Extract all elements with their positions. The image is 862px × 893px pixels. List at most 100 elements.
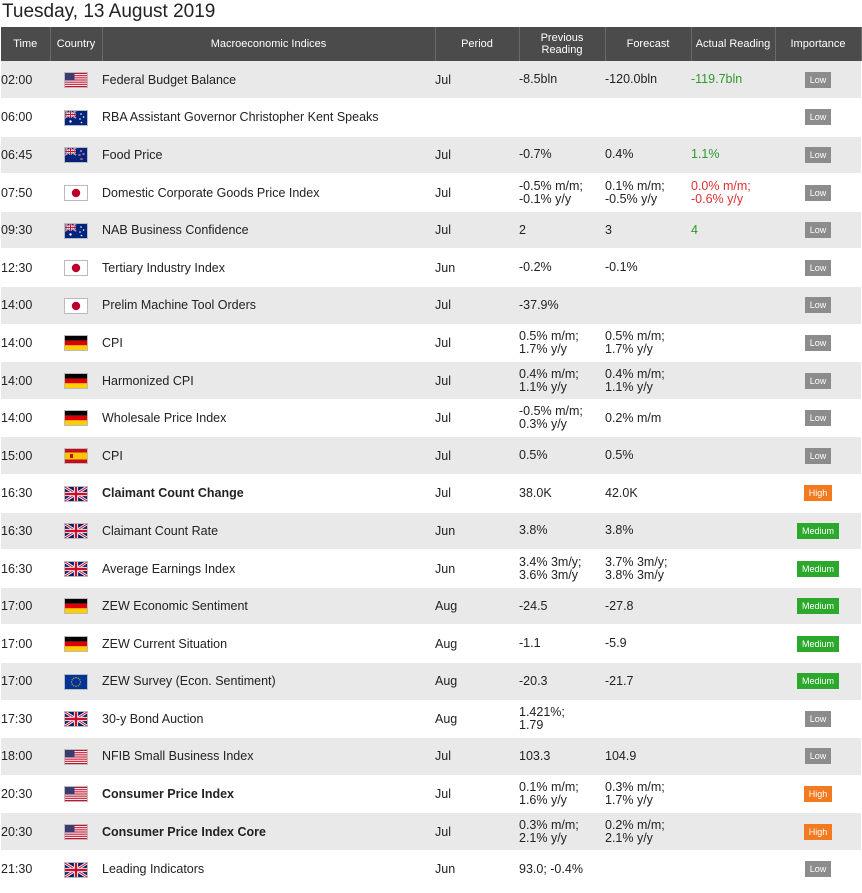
importance-cell: Low bbox=[775, 700, 861, 739]
actual-cell bbox=[691, 737, 775, 776]
prev-line: 1.1% y/y bbox=[519, 379, 567, 394]
table-row[interactable]: 21:30 Leading Indicators Jun 93.0; -0.4% Low bbox=[1, 850, 861, 889]
period-cell: Jul bbox=[435, 361, 519, 400]
forecast-cell: 0.5% bbox=[605, 436, 691, 476]
actual-cell bbox=[691, 436, 775, 476]
forecast-cell: 42.0K bbox=[605, 474, 691, 513]
time-cell: 16:30 bbox=[1, 512, 50, 551]
prev-line: 1.6% y/y bbox=[519, 793, 567, 808]
event-name[interactable]: ZEW Survey (Econ. Sentiment) bbox=[102, 662, 435, 701]
actual-cell bbox=[691, 286, 775, 325]
header-period[interactable]: Period bbox=[435, 27, 520, 61]
forecast-line: 0.1% m/m; bbox=[605, 178, 665, 193]
event-name[interactable]: Leading Indicators bbox=[102, 850, 435, 889]
prev-line: 0.3% y/y bbox=[519, 417, 567, 432]
table-row[interactable]: 17:00 ZEW Economic Sentiment Aug -24.5 -27.8… bbox=[1, 587, 861, 626]
period-cell: Jul bbox=[435, 737, 519, 776]
event-name[interactable]: Federal Budget Balance bbox=[102, 61, 435, 100]
event-name[interactable]: Claimant Count Rate bbox=[102, 512, 435, 551]
event-name[interactable]: NAB Business Confidence bbox=[102, 211, 435, 250]
forecast-cell: 0.4% m/m; 1.1% y/y bbox=[605, 361, 691, 400]
event-name[interactable]: Food Price bbox=[102, 136, 435, 175]
previous-cell: 0.4% m/m; 1.1% y/y bbox=[519, 361, 605, 400]
importance-cell: Low bbox=[775, 436, 861, 476]
event-name[interactable]: CPI bbox=[102, 324, 435, 363]
table-row[interactable]: 16:30 Average Earnings Index Jun 3.4% 3m/y;… bbox=[1, 549, 861, 588]
prev-line: 2.1% y/y bbox=[519, 830, 567, 845]
table-row[interactable]: 14:00 CPI Jul 0.5% m/m; 1.7% y/y 0.5% m/m; 1.7… bbox=[1, 324, 861, 363]
event-name[interactable]: ZEW Economic Sentiment bbox=[102, 587, 435, 626]
header-time[interactable]: Time bbox=[1, 27, 51, 61]
table-row[interactable]: 17:00 ZEW Current Situation Aug -1.1 -5.9 Med… bbox=[1, 624, 861, 663]
header-forecast[interactable]: Forecast bbox=[605, 27, 692, 61]
header-actual[interactable]: Actual Reading bbox=[691, 27, 776, 61]
event-name[interactable]: Prelim Machine Tool Orders bbox=[102, 286, 435, 325]
event-name[interactable]: CPI bbox=[102, 436, 435, 476]
event-name[interactable]: 30-y Bond Auction bbox=[102, 700, 435, 739]
event-name[interactable]: Domestic Corporate Goods Price Index bbox=[102, 173, 435, 212]
event-name[interactable]: Average Earnings Index bbox=[102, 549, 435, 588]
header-previous[interactable]: Previous Reading bbox=[519, 27, 606, 61]
table-row[interactable]: 02:00 Federal Budget Balance Jul -8.5bln -12… bbox=[1, 61, 861, 100]
table-row[interactable]: 12:30 Tertiary Industry Index Jun -0.2% -0.1… bbox=[1, 248, 861, 288]
event-name[interactable]: Claimant Count Change bbox=[102, 474, 435, 513]
country-cell bbox=[50, 61, 102, 100]
table-row[interactable]: 17:30 30-y Bond Auction Aug 1.421%; 1.79 Low bbox=[1, 700, 861, 739]
importance-cell: Medium bbox=[775, 624, 861, 663]
previous-cell bbox=[519, 98, 605, 137]
header-country[interactable]: Country bbox=[50, 27, 103, 61]
prev-line: 0.5% m/m; bbox=[519, 328, 579, 343]
header-importance[interactable]: Importance bbox=[775, 27, 862, 61]
forecast-cell: -120.0bln bbox=[605, 61, 691, 100]
previous-cell: -1.1 bbox=[519, 624, 605, 663]
event-name[interactable]: Wholesale Price Index bbox=[102, 399, 435, 438]
country-cell bbox=[50, 98, 102, 137]
header-indices[interactable]: Macroeconomic Indices bbox=[102, 27, 436, 61]
table-row[interactable]: 07:50 Domestic Corporate Goods Price Inde… bbox=[1, 173, 861, 212]
actual-cell bbox=[691, 662, 775, 701]
forecast-line: -0.1% bbox=[605, 260, 638, 275]
table-row[interactable]: 14:00 Wholesale Price Index Jul -0.5% m/m; 0… bbox=[1, 399, 861, 438]
importance-cell: High bbox=[775, 812, 861, 851]
period-cell: Jul bbox=[435, 436, 519, 476]
event-name[interactable]: ZEW Current Situation bbox=[102, 624, 435, 663]
table-row[interactable]: 06:00 RBA Assistant Governor Christopher … bbox=[1, 98, 861, 137]
event-name[interactable]: Tertiary Industry Index bbox=[102, 248, 435, 288]
table-row[interactable]: 14:00 Prelim Machine Tool Orders Jul -37.9%… bbox=[1, 286, 861, 325]
event-name[interactable]: Harmonized CPI bbox=[102, 361, 435, 400]
prev-line: 0.4% m/m; bbox=[519, 366, 579, 381]
table-row[interactable]: 20:30 Consumer Price Index Core Jul 0.3% m/… bbox=[1, 812, 861, 851]
event-name[interactable]: Consumer Price Index bbox=[102, 775, 435, 814]
table-row[interactable]: 16:30 Claimant Count Rate Jun 3.8% 3.8% Mediu… bbox=[1, 512, 861, 551]
au-flag-icon bbox=[65, 110, 87, 125]
event-name[interactable]: Consumer Price Index Core bbox=[102, 812, 435, 851]
event-name[interactable]: RBA Assistant Governor Christopher Kent … bbox=[102, 98, 435, 137]
previous-cell: 0.3% m/m; 2.1% y/y bbox=[519, 812, 605, 851]
time-cell: 14:00 bbox=[1, 324, 50, 363]
nz-flag-icon bbox=[65, 148, 87, 163]
actual-cell bbox=[691, 98, 775, 137]
forecast-line: 1.1% y/y bbox=[605, 379, 653, 394]
table-row[interactable]: 17:00 ZEW Survey (Econ. Sentiment) Aug -20.… bbox=[1, 662, 861, 701]
table-row[interactable]: 20:30 Consumer Price Index Jul 0.1% m/m; 1.6… bbox=[1, 775, 861, 814]
forecast-line: 104.9 bbox=[605, 748, 637, 763]
prev-line: 93.0; -0.4% bbox=[519, 861, 583, 876]
forecast-cell: 0.2% m/m bbox=[605, 399, 691, 438]
prev-line: 1.7% y/y bbox=[519, 341, 567, 356]
actual-cell bbox=[691, 512, 775, 551]
actual-cell bbox=[691, 399, 775, 438]
country-cell bbox=[50, 286, 102, 325]
actual-cell bbox=[691, 324, 775, 363]
actual-cell bbox=[691, 361, 775, 400]
importance-cell: Low bbox=[775, 248, 861, 288]
table-row[interactable]: 18:00 NFIB Small Business Index Jul 103.3 10… bbox=[1, 737, 861, 776]
forecast-cell: 0.5% m/m; 1.7% y/y bbox=[605, 324, 691, 363]
table-row[interactable]: 16:30 Claimant Count Change Jul 38.0K 42.0K H… bbox=[1, 474, 861, 513]
table-row[interactable]: 09:30 NAB Business Confidence Jul 2 3 4 Low bbox=[1, 211, 861, 250]
table-row[interactable]: 06:45 Food Price Jul -0.7% 0.4% 1.1% Low bbox=[1, 136, 861, 175]
actual-cell bbox=[691, 549, 775, 588]
table-row[interactable]: 14:00 Harmonized CPI Jul 0.4% m/m; 1.1% y/y 0… bbox=[1, 361, 861, 400]
prev-line: -0.7% bbox=[519, 147, 552, 162]
event-name[interactable]: NFIB Small Business Index bbox=[102, 737, 435, 776]
table-row[interactable]: 15:00 CPI Jul 0.5% 0.5% Low bbox=[1, 436, 861, 476]
